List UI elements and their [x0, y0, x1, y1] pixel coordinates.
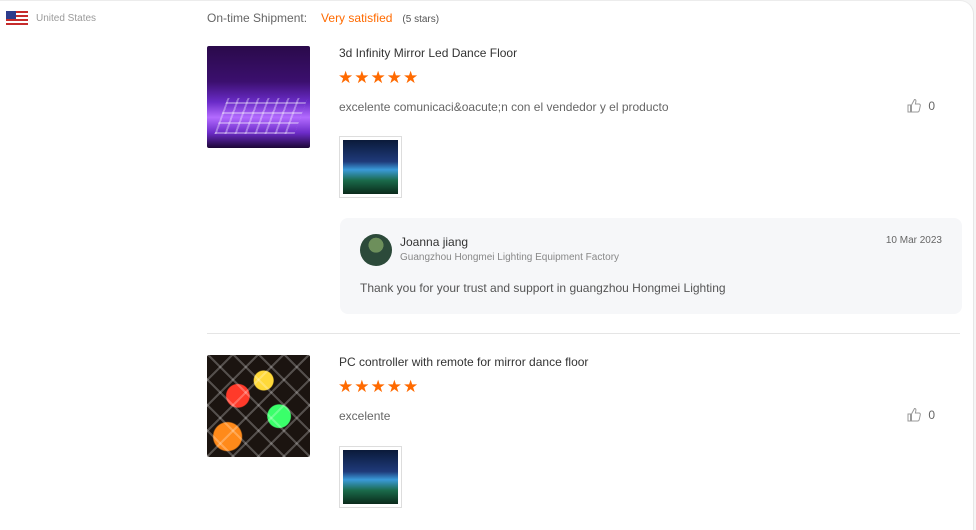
- review-photo-thumbnail[interactable]: [339, 446, 402, 508]
- shipment-rating: On-time Shipment: Very satisfied (5 star…: [207, 11, 439, 25]
- shipment-value: Very satisfied: [321, 11, 393, 25]
- shipment-stars-text: (5 stars): [402, 14, 440, 25]
- seller-reply: Joanna jiang Guangzhou Hongmei Lighting …: [340, 218, 962, 314]
- thumbs-up-icon: [907, 98, 922, 113]
- like-count: 0: [928, 408, 935, 422]
- star-rating: ★★★★★: [338, 68, 420, 87]
- shipment-label: On-time Shipment:: [207, 11, 308, 25]
- review-comment: excelente comunicaci&oacute;n con el ven…: [339, 100, 669, 114]
- product-image[interactable]: [207, 46, 310, 148]
- reply-author-company: Guangzhou Hongmei Lighting Equipment Fac…: [400, 252, 620, 263]
- reply-text: Thank you for your trust and support in …: [360, 281, 726, 295]
- avatar: [360, 234, 392, 266]
- review-comment: excelente: [339, 409, 391, 423]
- star-rating: ★★★★★: [338, 377, 420, 396]
- us-flag-icon: [6, 11, 28, 25]
- buyer-country: United States: [36, 12, 97, 24]
- buyer-info: United States: [6, 11, 96, 25]
- review-photo-thumbnail[interactable]: [339, 136, 402, 198]
- review-card: United States On-time Shipment: Very sat…: [0, 0, 974, 530]
- thumbs-up-icon: [907, 407, 922, 422]
- reply-date: 10 Mar 2023: [885, 235, 942, 246]
- like-button[interactable]: 0: [906, 407, 935, 423]
- review-divider: [207, 333, 960, 334]
- product-title[interactable]: PC controller with remote for mirror dan…: [339, 355, 588, 369]
- product-title[interactable]: 3d Infinity Mirror Led Dance Floor: [339, 46, 517, 60]
- product-image[interactable]: [207, 355, 310, 457]
- reply-author-name: Joanna jiang: [400, 235, 469, 249]
- like-button[interactable]: 0: [906, 98, 935, 114]
- like-count: 0: [928, 99, 935, 113]
